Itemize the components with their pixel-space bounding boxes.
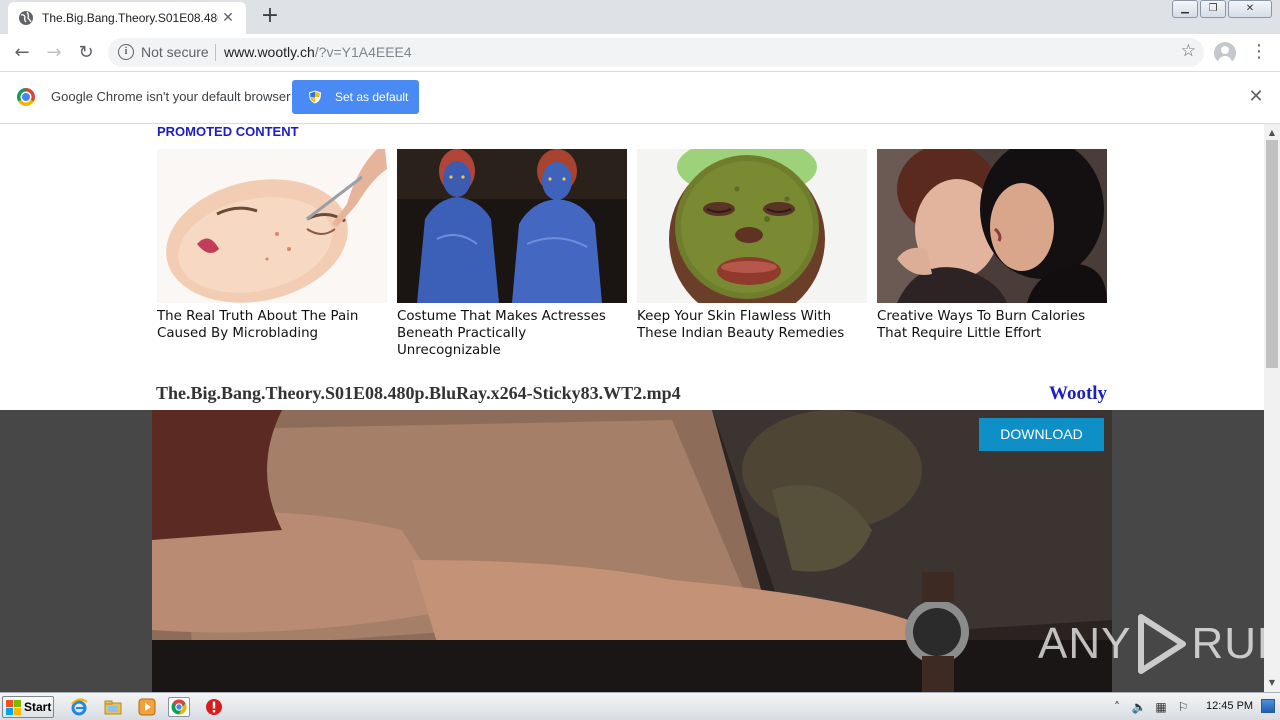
microblading-face-photo[interactable] <box>157 149 387 303</box>
volume-icon[interactable]: 🔈 <box>1128 700 1150 714</box>
globe-icon <box>19 11 33 25</box>
promo-card-caption[interactable]: The Real Truth About The Pain Caused By … <box>157 308 387 342</box>
watermark-text-left: ANY <box>1038 619 1132 668</box>
action-center-flag-icon[interactable]: ⚐ <box>1172 700 1194 714</box>
scroll-thumb[interactable] <box>1266 140 1278 368</box>
infobar-close-icon[interactable]: ✕ <box>1247 87 1265 107</box>
promo-card[interactable]: The Real Truth About The Pain Caused By … <box>157 149 387 342</box>
omnibox-separator <box>215 44 216 61</box>
window-controls: ▁ ❐ ✕ <box>1170 0 1272 20</box>
window-close-button[interactable]: ✕ <box>1228 0 1272 18</box>
minimize-button[interactable]: ▁ <box>1172 0 1198 18</box>
url-text[interactable]: www.wootly.ch/?v=Y1A4EEE4 <box>224 44 412 60</box>
promo-card-caption[interactable]: Costume That Makes Actresses Beneath Pra… <box>397 308 627 359</box>
video-file-title: The.Big.Bang.Theory.S01E08.480p.BluRay.x… <box>156 383 681 403</box>
new-tab-button[interactable]: + <box>258 5 282 29</box>
url-path: /?v=Y1A4EEE4 <box>314 44 412 60</box>
page-scrollbar[interactable]: ▲ ▼ <box>1264 124 1280 692</box>
network-icon[interactable]: ▦ <box>1150 700 1172 714</box>
promo-card[interactable]: Creative Ways To Burn Calories That Requ… <box>877 149 1107 342</box>
browser-tab[interactable]: The.Big.Bang.Theory.S01E08.480p.BluRay.x… <box>8 2 246 34</box>
system-tray: ˄ 🔈 ▦ ⚐ <box>1106 695 1194 719</box>
explorer-folder-icon[interactable] <box>102 697 124 717</box>
profile-avatar-icon[interactable] <box>1214 42 1236 64</box>
video-player[interactable] <box>152 410 1112 692</box>
infobar-message: Google Chrome isn't your default browser <box>51 89 291 104</box>
browser-toolbar: ← → ↻ i Not secure www.wootly.ch/?v=Y1A4… <box>0 34 1280 72</box>
tab-close-icon[interactable]: ✕ <box>220 10 236 26</box>
tab-title: The.Big.Bang.Theory.S01E08.480p.BluRay.x… <box>42 11 218 25</box>
ie-icon[interactable] <box>68 697 90 717</box>
show-desktop-button[interactable] <box>1261 699 1275 713</box>
tab-strip: The.Big.Bang.Theory.S01E08.480p.BluRay.x… <box>0 0 1280 34</box>
promo-card[interactable]: Costume That Makes Actresses Beneath Pra… <box>397 149 627 359</box>
watermark-text-right: RUN <box>1191 619 1264 668</box>
scroll-up-arrow-icon[interactable]: ▲ <box>1264 126 1280 140</box>
promo-card-caption[interactable]: Keep Your Skin Flawless With These India… <box>637 308 867 342</box>
start-button[interactable]: Start <box>2 696 54 718</box>
security-label[interactable]: Not secure <box>141 44 209 60</box>
back-button[interactable]: ← <box>10 41 34 65</box>
taskbar-clock[interactable]: 12:45 PM <box>1206 700 1253 712</box>
start-label: Start <box>24 700 52 714</box>
green-face-mask-photo[interactable] <box>637 149 867 303</box>
anyrun-watermark: ANY RUN <box>1038 612 1264 676</box>
promo-card[interactable]: Keep Your Skin Flawless With These India… <box>637 149 867 342</box>
play-logo-icon <box>1138 614 1187 674</box>
forward-button[interactable]: → <box>42 41 66 65</box>
uac-shield-icon <box>309 90 321 104</box>
scroll-down-arrow-icon[interactable]: ▼ <box>1264 676 1280 690</box>
stop-icon[interactable] <box>203 697 225 717</box>
screen: The.Big.Bang.Theory.S01E08.480p.BluRay.x… <box>0 0 1280 720</box>
address-bar[interactable]: i Not secure www.wootly.ch/?v=Y1A4EEE4 ☆ <box>108 38 1204 67</box>
chrome-logo-icon <box>17 88 35 106</box>
windows-flag-icon <box>6 699 21 715</box>
url-host: www.wootly.ch <box>224 44 315 60</box>
wootly-brand-link[interactable]: Wootly <box>1049 383 1107 405</box>
set-as-default-button[interactable]: Set as default <box>292 80 419 114</box>
web-page: PROMOTED CONTENT The Real Truth About Th… <box>0 124 1264 692</box>
promoted-content-heading: PROMOTED CONTENT <box>157 124 299 139</box>
show-hidden-icon[interactable]: ˄ <box>1106 700 1128 714</box>
promo-card-caption[interactable]: Creative Ways To Burn Calories That Requ… <box>877 308 1107 342</box>
chrome-icon[interactable] <box>168 697 190 717</box>
windows-taskbar: Start ˄ 🔈 ▦ ⚐ 12:45 PM <box>0 692 1280 720</box>
default-browser-infobar: Google Chrome isn't your default browser… <box>0 72 1280 124</box>
media-player-icon[interactable] <box>136 697 158 717</box>
chrome-menu-icon[interactable]: ⋮ <box>1250 41 1268 65</box>
set-as-default-label: Set as default <box>335 90 409 104</box>
couple-kissing-photo[interactable] <box>877 149 1107 303</box>
restore-button[interactable]: ❐ <box>1200 0 1226 18</box>
reload-button[interactable]: ↻ <box>74 41 98 65</box>
bookmark-star-icon[interactable]: ☆ <box>1181 41 1196 61</box>
download-button[interactable]: DOWNLOAD <box>979 418 1104 451</box>
info-icon[interactable]: i <box>118 44 134 60</box>
blue-costume-photo[interactable] <box>397 149 627 303</box>
